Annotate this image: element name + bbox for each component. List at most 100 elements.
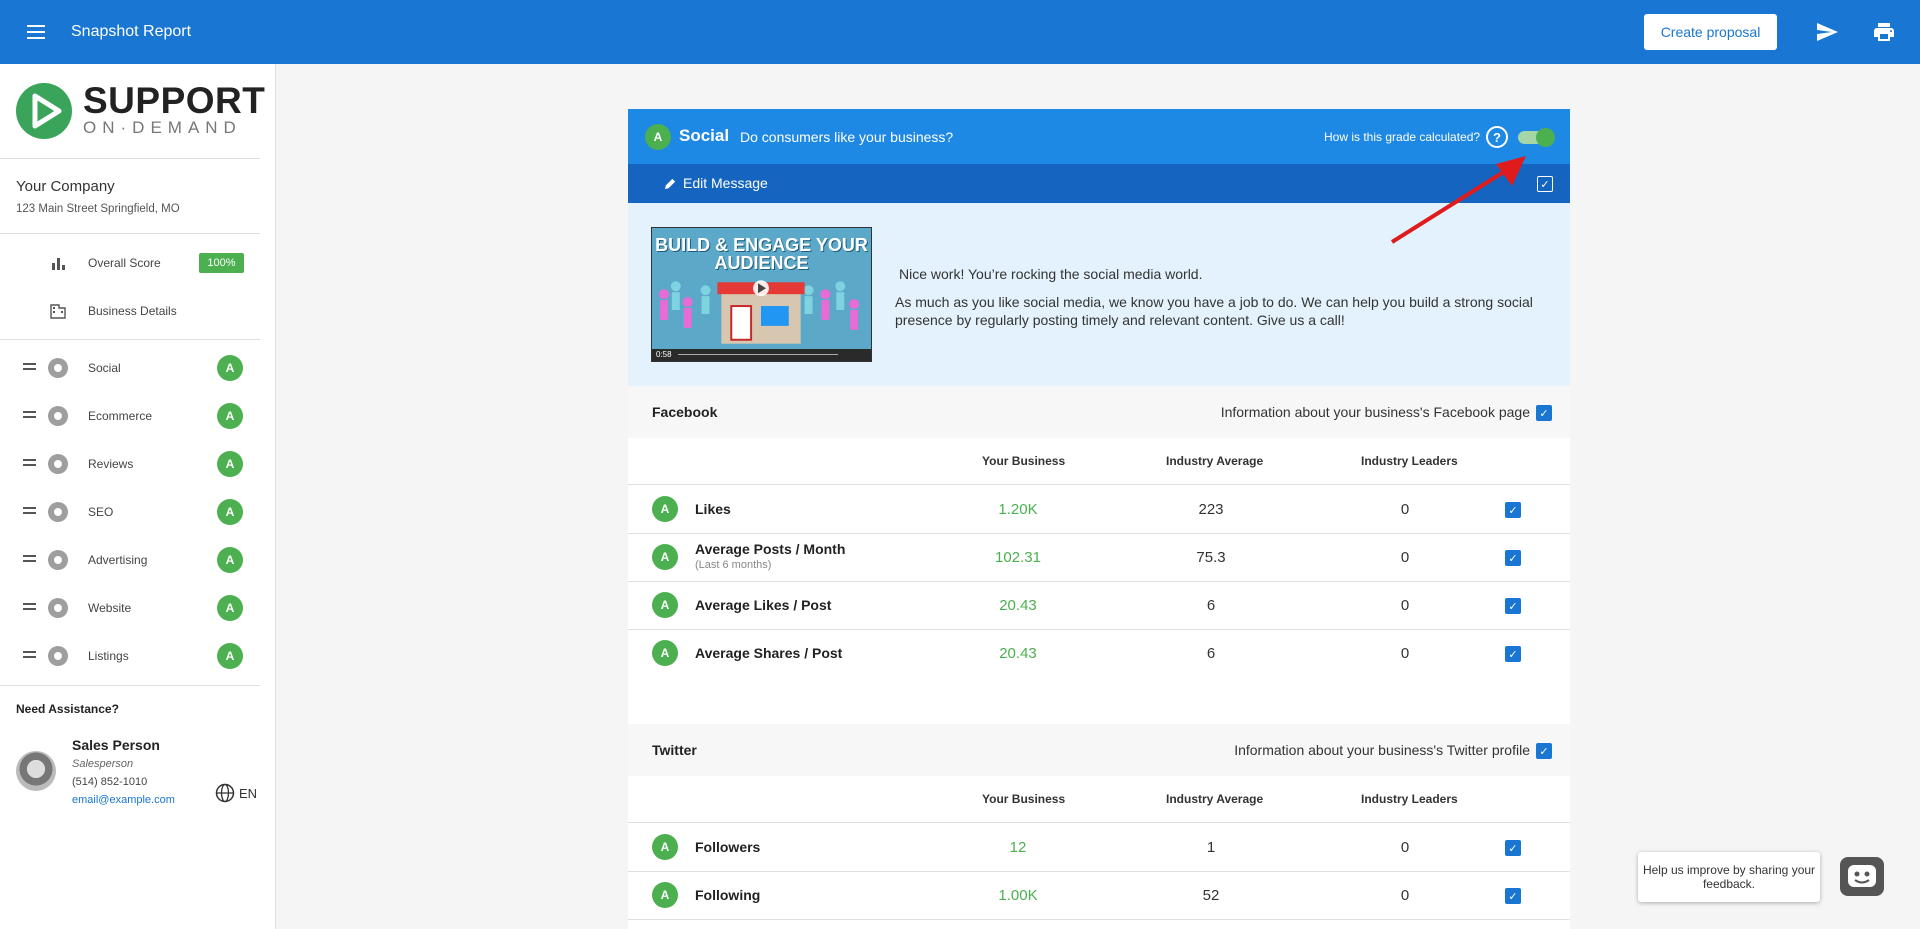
metric-industry-average: 6 [1206,645,1216,662]
feedback-prompt[interactable]: Help us improve by sharing your feedback… [1638,852,1820,902]
grade-badge: A [652,592,678,618]
nav-section-ecommerce[interactable]: Ecommerce A [0,396,260,436]
video-controls[interactable]: 0:58 [652,349,871,361]
nav-section-website[interactable]: Website A [0,588,260,628]
metric-label: Likes [695,501,731,517]
print-icon[interactable] [1872,20,1896,44]
bar-chart-icon [52,258,65,270]
metric-include-checkbox[interactable]: ✓ [1505,550,1521,566]
column-header-your-business: Your Business [982,454,1066,468]
metric-your-business: 20.43 [999,645,1037,662]
metric-industry-leaders: 0 [1400,501,1410,518]
drag-handle-icon[interactable] [23,555,37,565]
divider [0,233,260,234]
column-header-industry-average: Industry Average [1166,454,1264,468]
facebook-title: Facebook [652,404,718,420]
edit-message-button[interactable]: Edit Message [664,175,768,191]
pencil-icon [664,178,676,189]
grade-badge: A [652,544,678,570]
facebook-include-checkbox[interactable]: ✓ [1536,405,1552,421]
salesperson-email-link[interactable]: email@example.com [72,794,175,806]
drag-handle-icon[interactable] [23,363,37,373]
column-header-industry-average: Industry Average [1166,792,1264,806]
nav-section-social[interactable]: Social A [0,348,260,388]
nav-section-label: Listings [88,649,129,663]
metric-industry-leaders: 0 [1400,597,1410,614]
chat-icon [48,358,68,378]
divider [0,158,260,159]
table-row: A Average Shares / Post 20.43 6 0 ✓ [628,629,1570,677]
metric-include-checkbox[interactable]: ✓ [1505,646,1521,662]
logo-text-primary: SUPPORT [83,80,266,121]
search-icon [48,502,68,522]
grade-badge: A [645,124,671,150]
metric-industry-leaders: 0 [1400,839,1410,856]
edit-message-label: Edit Message [683,175,768,191]
browser-icon [48,598,68,618]
metric-include-checkbox[interactable]: ✓ [1505,598,1521,614]
metric-industry-average: 1 [1206,839,1216,856]
nav-section-label: Advertising [88,553,148,567]
top-app-bar: Snapshot Report Create proposal [0,0,1920,64]
metric-label: Average Likes / Post [695,597,832,613]
help-icon[interactable]: ? [1486,126,1508,148]
metric-industry-average: 223 [1198,501,1224,518]
drag-handle-icon[interactable] [23,603,37,613]
twitter-title: Twitter [652,742,697,758]
drag-handle-icon[interactable] [23,459,37,469]
facebook-info-label: Information about your business's Facebo… [1220,404,1530,420]
video-thumbnail[interactable]: BUILD & ENGAGE YOUR AUDIENCE 0:58 [651,227,872,362]
grade-badge: A [652,496,678,522]
metric-label: Following [695,887,761,903]
send-icon[interactable] [1815,20,1839,44]
section-visibility-toggle[interactable] [1518,128,1555,147]
column-header-industry-leaders: Industry Leaders [1361,454,1458,468]
grade-badge: A [217,403,243,429]
video-title: BUILD & ENGAGE YOUR AUDIENCE [655,235,868,273]
nav-section-label: Social [88,361,121,375]
divider [0,685,260,686]
create-proposal-button[interactable]: Create proposal [1644,14,1777,50]
nav-section-label: SEO [88,505,114,519]
globe-icon [215,783,235,803]
table-row: A Following 1.00K 52 0 ✓ [628,871,1570,919]
nav-section-reviews[interactable]: Reviews A [0,444,260,484]
grade-badge: A [217,547,243,573]
metric-include-checkbox[interactable]: ✓ [1505,840,1521,856]
salesperson-name: Sales Person [72,737,160,753]
video-time: 0:58 [656,350,672,359]
metric-include-checkbox[interactable]: ✓ [1505,502,1521,518]
play-logo-icon [16,83,72,139]
drag-handle-icon[interactable] [23,411,37,421]
star-icon [48,454,68,474]
table-row: A Average Likes / Post 20.43 6 0 ✓ [628,581,1570,629]
feedback-bot-icon[interactable] [1840,857,1884,896]
metric-include-checkbox[interactable]: ✓ [1505,888,1521,904]
cart-icon [48,406,68,426]
nav-section-seo[interactable]: SEO A [0,492,260,532]
drag-handle-icon[interactable] [23,651,37,661]
twitter-include-checkbox[interactable]: ✓ [1536,743,1552,759]
metric-your-business: 20.43 [999,597,1037,614]
column-header-your-business: Your Business [982,792,1066,806]
grade-badge: A [217,499,243,525]
nav-overall-score-label: Overall Score [88,256,161,270]
nav-section-listings[interactable]: Listings A [0,636,260,676]
metric-label: Average Posts / Month [695,541,846,557]
nav-section-advertising[interactable]: Advertising A [0,540,260,580]
table-row: A Average Posts / Month (Last 6 months) … [628,533,1570,581]
menu-icon[interactable] [24,20,48,44]
nav-business-details[interactable]: Business Details [0,291,260,331]
language-selector[interactable]: EN [215,783,257,803]
drag-handle-icon[interactable] [23,507,37,517]
table-row: A Followers 12 1 0 ✓ [628,823,1570,871]
building-icon [50,304,66,319]
sidebar: SUPPORT ON·DEMAND Your Company 123 Main … [0,64,276,929]
grade-badge: A [217,355,243,381]
logo-text-secondary: ON·DEMAND [83,118,242,137]
metric-label: Followers [695,839,761,855]
company-name: Your Company [16,178,115,195]
nav-overall-score[interactable]: Overall Score 100% [0,243,260,283]
metric-your-business: 1.00K [998,887,1038,904]
metric-your-business: 102.31 [995,549,1041,566]
